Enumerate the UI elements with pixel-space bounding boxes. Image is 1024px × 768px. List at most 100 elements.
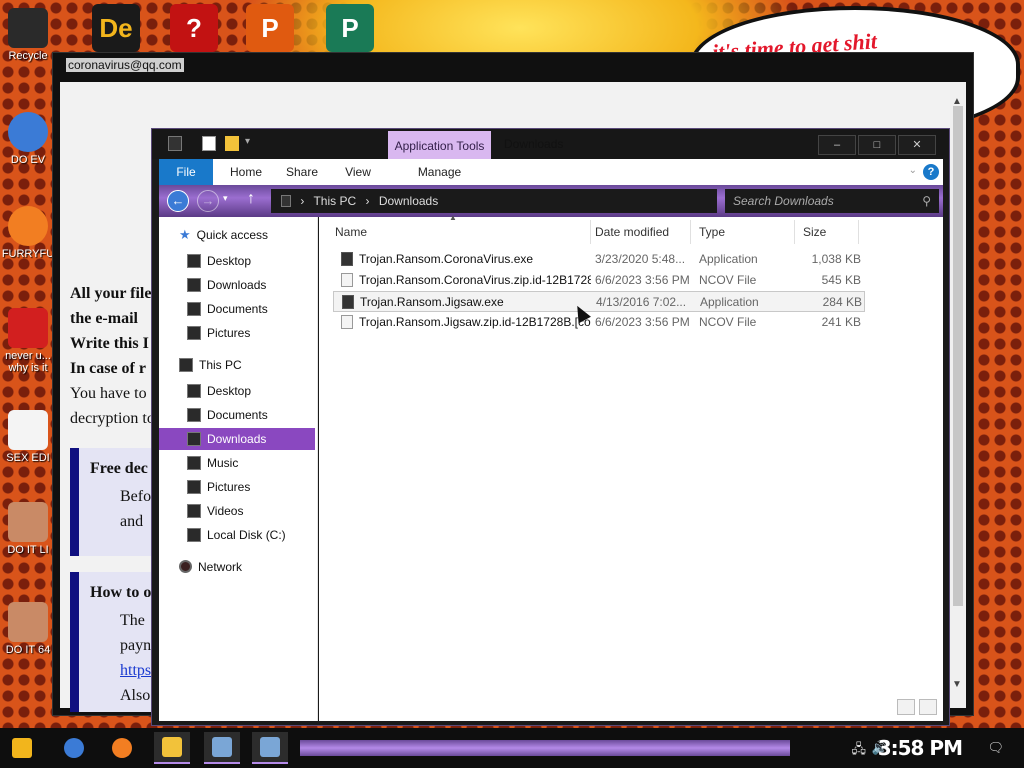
sidebar-item-downloads[interactable]: Downloads bbox=[159, 428, 315, 450]
tab-file[interactable]: File bbox=[159, 159, 213, 185]
expand-ribbon-icon[interactable]: ⌄ bbox=[909, 165, 917, 176]
scroll-down-icon[interactable]: ▼ bbox=[952, 679, 962, 690]
search-icon[interactable]: ⚲ bbox=[922, 189, 931, 213]
customize-quick-access-icon[interactable]: ▾ bbox=[245, 136, 259, 151]
recent-locations-icon[interactable]: ▾ bbox=[223, 193, 228, 204]
file-explorer-window[interactable]: ▾ Application Tools Downloads – □ ✕ File… bbox=[151, 128, 950, 726]
scroll-thumb[interactable] bbox=[953, 106, 963, 606]
sidebar-item-label: Downloads bbox=[207, 278, 267, 292]
desktop-icon-recycle[interactable]: Recycle bbox=[0, 8, 60, 62]
network-drive-icon[interactable] bbox=[252, 732, 288, 764]
action-center-icon[interactable]: 🗨 bbox=[987, 740, 1004, 756]
sidebar-item-local-disk-c[interactable]: Local Disk (C:) bbox=[187, 524, 286, 546]
desktop-icon-do-it-64[interactable]: DO IT 64 bbox=[0, 602, 60, 656]
firefox-icon[interactable] bbox=[104, 732, 140, 764]
tab-home[interactable]: Home bbox=[221, 159, 271, 185]
publisher-icon[interactable]: P bbox=[326, 4, 374, 52]
properties-icon[interactable] bbox=[202, 136, 216, 151]
network-icon bbox=[179, 560, 192, 574]
file-type: Application bbox=[699, 252, 758, 266]
sidebar-item-videos[interactable]: Videos bbox=[187, 500, 243, 522]
sidebar-item-this-pc[interactable]: This PC bbox=[179, 354, 242, 376]
sidebar-item-desktop[interactable]: Desktop📌 bbox=[187, 250, 341, 272]
firefox-icon bbox=[8, 206, 48, 246]
file-type: NCOV File bbox=[699, 315, 757, 329]
breadcrumb-downloads[interactable]: Downloads bbox=[379, 194, 438, 208]
details-view-button[interactable] bbox=[897, 699, 915, 715]
star-icon: ★ bbox=[179, 227, 191, 242]
sidebar-item-label: Downloads bbox=[207, 432, 267, 446]
tab-view[interactable]: View bbox=[333, 159, 383, 185]
p-logo-icon[interactable]: P bbox=[246, 4, 294, 52]
search-input[interactable]: Search Downloads ⚲ bbox=[725, 189, 939, 213]
column-type[interactable]: Type bbox=[691, 220, 795, 244]
file-row[interactable]: Trojan.Ransom.CoronaVirus.zip.id-12B1728… bbox=[333, 270, 865, 291]
up-button[interactable]: ↑ bbox=[247, 190, 255, 208]
column-date-modified[interactable]: Date modified bbox=[587, 220, 691, 244]
back-button[interactable]: ← bbox=[167, 190, 189, 212]
chrome-icon bbox=[8, 112, 48, 152]
sidebar-item-quick-access[interactable]: ★ Quick access bbox=[179, 224, 268, 246]
file-row[interactable]: Trojan.Ransom.Jigsaw.exe 4/13/2016 7:02..… bbox=[333, 291, 865, 312]
sidebar-item-label: Music bbox=[207, 456, 239, 470]
file-icon bbox=[341, 314, 353, 329]
desktop-icon-do-it-li[interactable]: DO IT LI bbox=[0, 502, 60, 556]
network-drive-icon-glyph bbox=[212, 737, 232, 757]
firefox-icon-glyph bbox=[112, 738, 132, 758]
column-name[interactable]: Name bbox=[327, 220, 591, 244]
network-drive-icon[interactable] bbox=[204, 732, 240, 764]
sidebar-item-label: Videos bbox=[207, 504, 244, 518]
forward-button[interactable]: → bbox=[197, 190, 219, 212]
desktop-icon-label: Recycle bbox=[8, 50, 48, 62]
file-row[interactable]: Trojan.Ransom.CoronaVirus.exe 3/23/2020 5… bbox=[333, 249, 865, 270]
ransom-note-scrollbar[interactable]: ▲ ▼ bbox=[950, 82, 966, 708]
file-row[interactable]: Trojan.Ransom.Jigsaw.zip.id-12B1728B.[co… bbox=[333, 312, 865, 333]
application-icon bbox=[341, 251, 353, 266]
desktop-icon-do-ev[interactable]: DO EV bbox=[0, 112, 60, 166]
new-folder-icon[interactable] bbox=[225, 136, 239, 151]
chrome-icon[interactable] bbox=[56, 732, 92, 764]
file-icon bbox=[341, 272, 353, 287]
sidebar-item-documents[interactable]: Documents📌 bbox=[187, 298, 341, 320]
minimize-button[interactable]: – bbox=[818, 135, 856, 155]
file-name: Trojan.Ransom.CoronaVirus.exe bbox=[359, 252, 534, 266]
explorer-icon[interactable] bbox=[154, 732, 190, 764]
column-size[interactable]: Size bbox=[795, 220, 859, 244]
sidebar-item-documents[interactable]: Documents bbox=[187, 404, 268, 426]
file-name: Trojan.Ransom.Jigsaw.zip.id-12B1728B.[co… bbox=[359, 315, 591, 329]
tab-share[interactable]: Share bbox=[277, 159, 327, 185]
sidebar-item-desktop[interactable]: Desktop bbox=[187, 380, 251, 402]
breadcrumb-this-pc[interactable]: This PC bbox=[313, 194, 356, 208]
ransom-note-line: You have to bbox=[70, 385, 147, 402]
question-icon[interactable]: ? bbox=[170, 4, 218, 52]
close-button[interactable]: ✕ bbox=[898, 135, 936, 155]
sidebar-item-pictures[interactable]: Pictures📌 bbox=[187, 322, 341, 344]
large-icons-view-button[interactable] bbox=[919, 699, 937, 715]
sidebar-item-network[interactable]: Network bbox=[179, 556, 242, 578]
desktop-icon-never-u-why-is-it[interactable]: never u... why is it bbox=[0, 308, 60, 374]
maximize-button[interactable]: □ bbox=[858, 135, 896, 155]
help-icon[interactable]: ? bbox=[923, 164, 939, 180]
network-tray-icon[interactable]: 🖧 bbox=[852, 740, 867, 762]
sidebar-item-downloads[interactable]: Downloads📌 bbox=[187, 274, 341, 296]
de-icon[interactable]: De bbox=[92, 4, 140, 52]
sidebar-item-label: Pictures bbox=[207, 480, 251, 494]
ransom-note-box-line: https bbox=[120, 662, 152, 679]
clock[interactable]: 3:58 PM bbox=[878, 736, 963, 760]
file-type: NCOV File bbox=[699, 273, 757, 287]
address-bar[interactable]: › This PC › Downloads bbox=[271, 189, 717, 213]
sidebar-item-pictures[interactable]: Pictures bbox=[187, 476, 250, 498]
file-type: Application bbox=[700, 295, 759, 309]
title-bar[interactable]: ▾ Application Tools Downloads – □ ✕ bbox=[152, 129, 949, 159]
tab-manage[interactable]: Manage bbox=[388, 159, 491, 185]
sidebar-item-music[interactable]: Music bbox=[187, 452, 238, 474]
portrait-icon bbox=[8, 602, 48, 642]
ransom-note-line: Write this I bbox=[70, 335, 149, 352]
start-icon[interactable] bbox=[4, 732, 40, 764]
desktop-icon-sex-edi[interactable]: SEX EDI bbox=[0, 410, 60, 464]
file-date: 4/13/2016 7:02... bbox=[596, 295, 687, 309]
folder-icon bbox=[187, 325, 201, 340]
desktop-icon-furryfu[interactable]: FURRYFU bbox=[0, 206, 60, 260]
file-size: 545 KB bbox=[821, 273, 861, 287]
ransom-note-box-line: The bbox=[120, 612, 145, 629]
